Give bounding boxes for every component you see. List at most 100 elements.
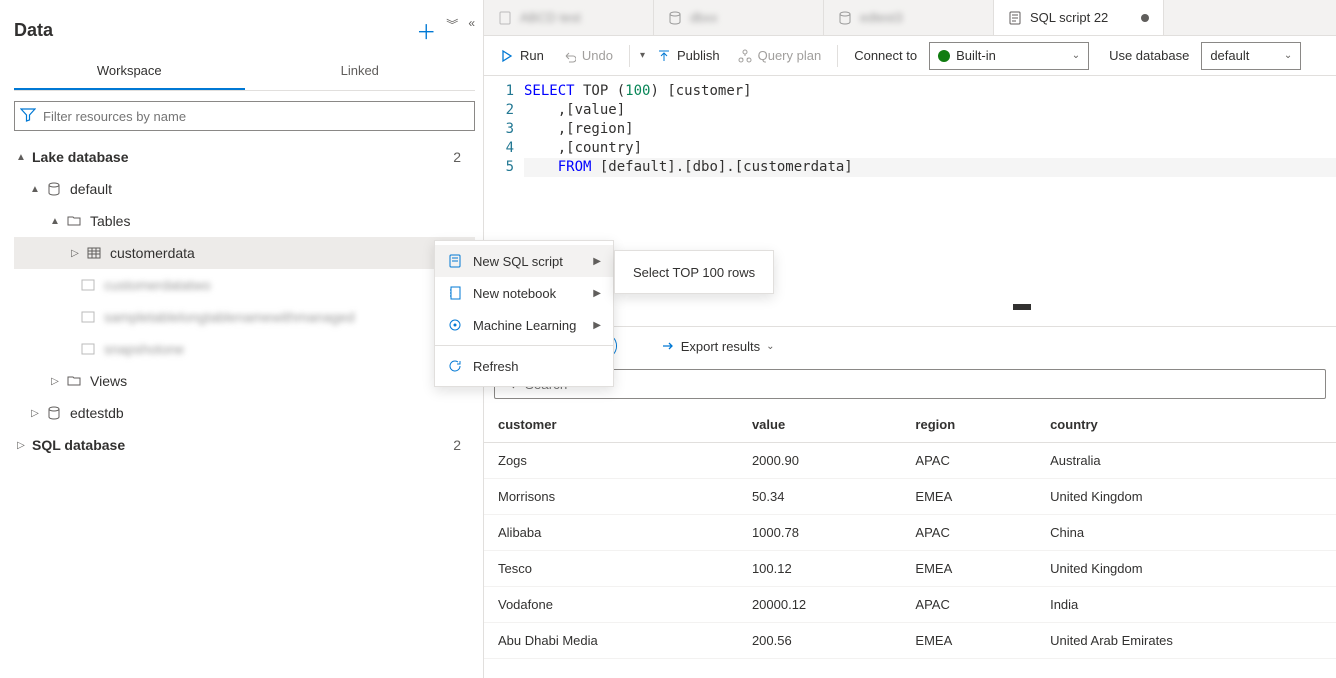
ctx-machine-learning[interactable]: Machine Learning ▶ (435, 309, 613, 341)
tree-customerdata[interactable]: ▷ customerdata (14, 237, 475, 269)
col-region[interactable]: region (901, 407, 1036, 443)
cell-value: 2000.90 (738, 443, 901, 479)
export-results-button[interactable]: Export results ⌄ (661, 339, 775, 354)
tab-linked[interactable]: Linked (245, 53, 476, 90)
chevron-down-icon: ▲ (48, 216, 62, 227)
table-header-row: customer value region country (484, 407, 1336, 443)
context-submenu: Select TOP 100 rows (614, 250, 774, 294)
cell-region: EMEA (901, 623, 1036, 659)
table-row[interactable]: Tesco100.12EMEAUnited Kingdom (484, 551, 1336, 587)
ctx-new-notebook[interactable]: New notebook ▶ (435, 277, 613, 309)
database-icon (838, 11, 852, 25)
plan-icon (738, 49, 752, 63)
tree-views[interactable]: ▷ Views (14, 365, 475, 397)
database-select[interactable]: default ⌄ (1201, 42, 1301, 70)
file-tab-active[interactable]: SQL script 22 (994, 0, 1164, 35)
pool-select[interactable]: Built-in ⌄ (929, 42, 1089, 70)
col-value[interactable]: value (738, 407, 901, 443)
play-icon (500, 49, 514, 63)
ctx-refresh[interactable]: Refresh (435, 350, 613, 382)
tree-label: customerdata (110, 245, 475, 261)
undo-button[interactable]: Undo (556, 44, 619, 67)
table-row[interactable]: Zogs2000.90APACAustralia (484, 443, 1336, 479)
file-tab[interactable]: ABCD test (484, 0, 654, 35)
line-gutter: 12345 (484, 82, 524, 200)
refresh-icon (447, 359, 463, 373)
chevron-right-icon: ▷ (28, 408, 42, 419)
col-country[interactable]: country (1036, 407, 1336, 443)
cell-country: United Arab Emirates (1036, 623, 1336, 659)
cell-customer: Tesco (484, 551, 738, 587)
tree-item-redacted[interactable]: customerdatatwo (14, 269, 475, 301)
query-plan-button[interactable]: Query plan (732, 44, 828, 67)
undo-icon (562, 49, 576, 63)
file-tab[interactable]: dbxx (654, 0, 824, 35)
table-icon (80, 341, 96, 357)
table-row[interactable]: Morrisons50.34EMEAUnited Kingdom (484, 479, 1336, 515)
tree-label: SQL database (32, 437, 453, 453)
tree-item-redacted[interactable]: snapshotone (14, 333, 475, 365)
tree-count: 2 (453, 149, 475, 165)
chevron-down-icon: ▲ (28, 184, 42, 195)
collapse-icon[interactable]: « (468, 16, 475, 45)
add-icon[interactable]: ＋ (416, 16, 436, 45)
cell-customer: Vodafone (484, 587, 738, 623)
split-drag-handle[interactable] (1013, 304, 1031, 310)
filter-input[interactable] (14, 101, 475, 131)
run-button[interactable]: Run (494, 44, 550, 67)
ctx-new-sql-script[interactable]: New SQL script ▶ (435, 245, 613, 277)
cell-country: India (1036, 587, 1336, 623)
table-icon (80, 309, 96, 325)
col-customer[interactable]: customer (484, 407, 738, 443)
script-icon (498, 11, 512, 25)
tree-label: default (70, 181, 475, 197)
results-table: customer value region country Zogs2000.9… (484, 407, 1336, 659)
cell-value: 50.34 (738, 479, 901, 515)
database-icon (668, 11, 682, 25)
tree-lake-database[interactable]: ▲ Lake database 2 (14, 141, 475, 173)
script-icon (1008, 11, 1022, 25)
tree-tables[interactable]: ▲ Tables (14, 205, 475, 237)
cell-customer: Morrisons (484, 479, 738, 515)
notebook-icon (447, 286, 463, 300)
cell-region: APAC (901, 443, 1036, 479)
panel-title: Data (14, 20, 53, 41)
cell-value: 20000.12 (738, 587, 901, 623)
filter-icon (20, 107, 36, 123)
table-row[interactable]: Vodafone20000.12APACIndia (484, 587, 1336, 623)
chevron-down-icon[interactable]: ▾ (640, 50, 645, 61)
sql-code: SELECT TOP (100) [customer] ,[value] ,[r… (524, 82, 1336, 200)
tree-edtestdb[interactable]: ▷ edtestdb (14, 397, 475, 429)
export-icon (661, 339, 675, 353)
tree-label: Views (90, 373, 475, 389)
cell-region: APAC (901, 515, 1036, 551)
folder-icon (66, 213, 82, 229)
chevron-right-icon: ▶ (593, 320, 601, 331)
chevron-down-icon: ⌄ (766, 341, 774, 352)
cell-region: EMEA (901, 479, 1036, 515)
folder-icon (66, 373, 82, 389)
tree-count: 2 (453, 437, 475, 453)
use-database-label: Use database (1109, 48, 1189, 63)
table-row[interactable]: Alibaba1000.78APACChina (484, 515, 1336, 551)
publish-button[interactable]: Publish (651, 44, 726, 67)
file-tab[interactable]: edtest3 (824, 0, 994, 35)
results-search-input[interactable] (494, 369, 1326, 399)
file-tab-label: SQL script 22 (1030, 10, 1108, 25)
file-tabs: ABCD test dbxx edtest3 SQL script 22 (484, 0, 1336, 36)
chevron-double-down-icon[interactable]: ︾ (446, 16, 458, 45)
tab-workspace[interactable]: Workspace (14, 53, 245, 90)
tree-default[interactable]: ▲ default (14, 173, 475, 205)
chevron-right-icon: ▷ (68, 248, 82, 259)
cell-value: 100.12 (738, 551, 901, 587)
database-icon (46, 405, 62, 421)
tree-sql-database[interactable]: ▷ SQL database 2 (14, 429, 475, 461)
sql-editor[interactable]: 12345 SELECT TOP (100) [customer] ,[valu… (484, 76, 1336, 206)
unsaved-dot-icon (1141, 14, 1149, 22)
table-row[interactable]: Abu Dhabi Media200.56EMEAUnited Arab Emi… (484, 623, 1336, 659)
tree-item-redacted[interactable]: sampletablelongtablenamewithmanaged (14, 301, 475, 333)
chevron-down-icon: ⌄ (1284, 50, 1292, 61)
cell-region: APAC (901, 587, 1036, 623)
ctx-select-top-100[interactable]: Select TOP 100 rows (615, 257, 773, 287)
data-panel: Data ＋ ︾ « Workspace Linked ▲ Lake datab… (0, 0, 484, 678)
